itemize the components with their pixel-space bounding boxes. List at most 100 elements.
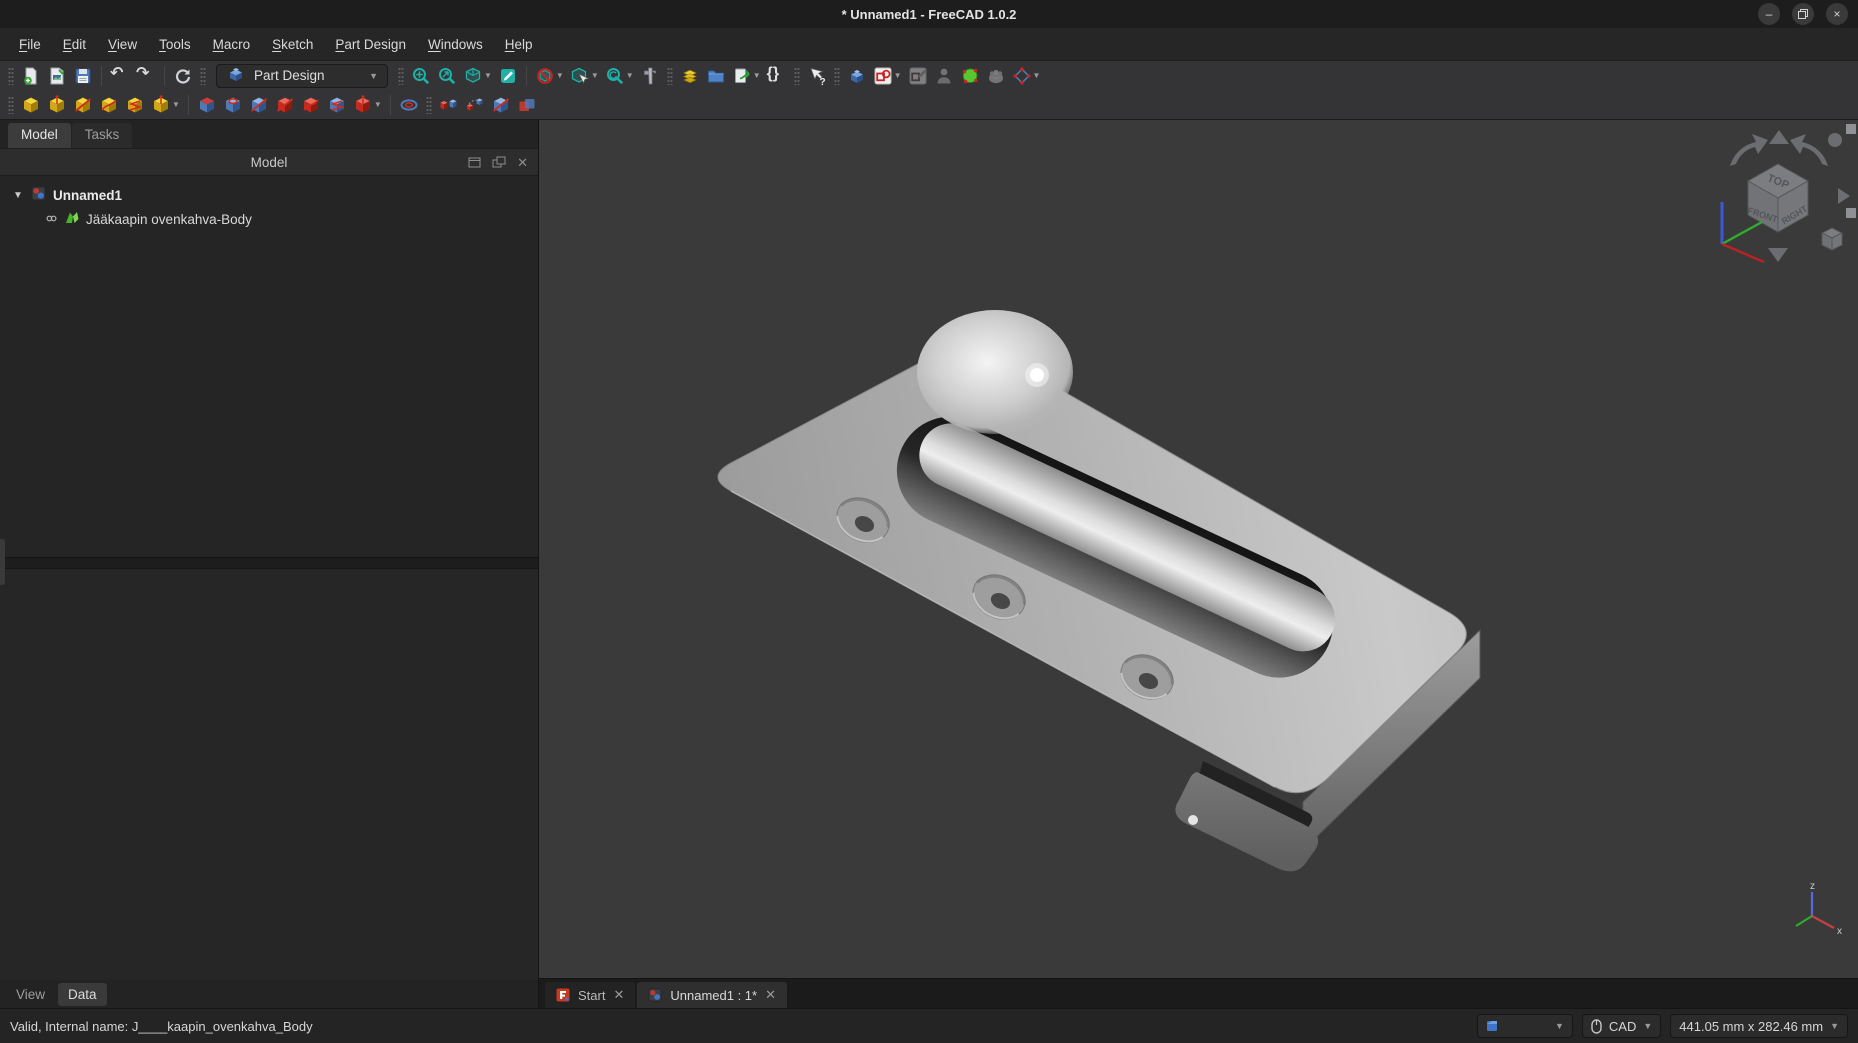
additive-pipe-button[interactable] bbox=[96, 92, 122, 118]
toolbar-grip[interactable] bbox=[794, 67, 800, 85]
panel-slide-handle[interactable] bbox=[0, 539, 5, 585]
toolbar-file: ↶↷Part Design▼▼▼▼▼▼{}?▼▼ bbox=[0, 60, 1858, 90]
freecad-logo-icon bbox=[556, 988, 570, 1002]
menu-help[interactable]: Help bbox=[494, 37, 544, 52]
polar-pattern-icon bbox=[465, 95, 485, 115]
menu-macro[interactable]: Macro bbox=[202, 37, 262, 52]
panel-splitter[interactable] bbox=[0, 557, 538, 569]
subtractive-helix-button[interactable] bbox=[324, 92, 350, 118]
subtractive-pipe-button[interactable] bbox=[298, 92, 324, 118]
model-panel-header[interactable]: Model ✕ bbox=[0, 148, 538, 176]
create-group-button[interactable] bbox=[703, 63, 729, 89]
close-tab-icon[interactable]: ✕ bbox=[613, 987, 624, 1003]
zoom-selection-button[interactable] bbox=[434, 63, 460, 89]
tab-tasks[interactable]: Tasks bbox=[72, 123, 133, 148]
tree-row[interactable]: Jääkaapin ovenkahva-Body bbox=[0, 207, 538, 231]
boolean-operation-button[interactable] bbox=[514, 92, 540, 118]
workbench-selector[interactable]: Part Design▼ bbox=[216, 64, 388, 88]
close-tab-icon[interactable]: ✕ bbox=[765, 987, 776, 1003]
isometric-mini-cube[interactable] bbox=[1822, 228, 1842, 250]
menu-edit[interactable]: Edit bbox=[52, 37, 97, 52]
clipping-plane-button[interactable]: ▼ bbox=[532, 63, 567, 89]
create-sketch-button[interactable]: ▼ bbox=[870, 63, 905, 89]
freecad-window: * Unnamed1 - FreeCAD 1.0.2 – × FileEditV… bbox=[0, 0, 1858, 1043]
close-button[interactable]: × bbox=[1826, 3, 1848, 25]
polar-pattern-button[interactable] bbox=[462, 92, 488, 118]
mirrored-icon bbox=[399, 95, 419, 115]
minimize-button[interactable]: – bbox=[1758, 3, 1780, 25]
toolbar-grip[interactable] bbox=[667, 67, 673, 85]
tab-model[interactable]: Model bbox=[8, 123, 71, 148]
subtractive-loft-button[interactable] bbox=[272, 92, 298, 118]
refresh-document-button[interactable] bbox=[170, 63, 196, 89]
menu-sketch[interactable]: Sketch bbox=[261, 37, 324, 52]
fit-all-button[interactable] bbox=[408, 63, 434, 89]
draw-style-button[interactable]: ▼ bbox=[567, 63, 602, 89]
zoom-tools-button[interactable]: ▼ bbox=[602, 63, 637, 89]
mdi-tab-label[interactable]: Unnamed1 : 1* bbox=[670, 988, 757, 1003]
float-icon[interactable] bbox=[492, 156, 506, 169]
navigation-style-selector[interactable]: CAD ▼ bbox=[1582, 1014, 1661, 1038]
mdi-tab-label[interactable]: Start bbox=[578, 988, 605, 1003]
tree-item-label[interactable]: Jääkaapin ovenkahva-Body bbox=[86, 212, 252, 227]
create-sketch-icon bbox=[873, 66, 893, 86]
create-body-button[interactable] bbox=[844, 63, 870, 89]
menu-view[interactable]: View bbox=[97, 37, 148, 52]
multitransform-button[interactable] bbox=[488, 92, 514, 118]
mdi-tab-start[interactable]: Start ✕ bbox=[545, 982, 635, 1008]
create-datum-button[interactable]: ▼ bbox=[1009, 63, 1044, 89]
undo-button[interactable]: ↶ bbox=[107, 63, 133, 89]
toolbar-grip[interactable] bbox=[8, 67, 14, 85]
navigation-cube[interactable]: TOP FRONT RIGHT bbox=[1716, 126, 1850, 266]
subtractive-primitive-button[interactable]: ▼ bbox=[350, 92, 385, 118]
expand-caret-icon[interactable]: ▼ bbox=[12, 190, 24, 201]
toolbar-grip[interactable] bbox=[834, 67, 840, 85]
mirrored-button[interactable] bbox=[396, 92, 422, 118]
additive-helix-button[interactable] bbox=[122, 92, 148, 118]
menu-part-design[interactable]: Part Design bbox=[324, 37, 417, 52]
validate-sketch-button[interactable] bbox=[957, 63, 983, 89]
redo-button[interactable]: ↷ bbox=[133, 63, 159, 89]
additive-loft-button[interactable] bbox=[70, 92, 96, 118]
nav-corner-marker-top[interactable] bbox=[1846, 124, 1856, 134]
pocket-button[interactable] bbox=[194, 92, 220, 118]
layout-selector[interactable]: ▼ bbox=[1477, 1014, 1573, 1038]
view-dimensions[interactable]: 441.05 mm x 282.46 mm ▼ bbox=[1670, 1014, 1848, 1038]
menu-tools[interactable]: Tools bbox=[148, 37, 202, 52]
expression-editor-button[interactable]: {} bbox=[764, 63, 790, 89]
save-file-button[interactable] bbox=[70, 63, 96, 89]
mdi-tab-document[interactable]: Unnamed1 : 1* ✕ bbox=[637, 982, 787, 1008]
measure-button[interactable] bbox=[637, 63, 663, 89]
revolution-button[interactable] bbox=[44, 92, 70, 118]
create-link-button[interactable]: ▼ bbox=[729, 63, 764, 89]
titlebar[interactable]: * Unnamed1 - FreeCAD 1.0.2 – × bbox=[0, 0, 1858, 28]
nav-corner-marker-bottom[interactable] bbox=[1846, 208, 1856, 218]
groove-button[interactable] bbox=[246, 92, 272, 118]
tab-data[interactable]: Data bbox=[58, 983, 107, 1006]
whats-this-button[interactable]: ? bbox=[804, 63, 830, 89]
toolbar-grip[interactable] bbox=[8, 96, 14, 114]
tree-item-label[interactable]: Unnamed1 bbox=[53, 188, 122, 203]
linear-pattern-button[interactable] bbox=[436, 92, 462, 118]
dock-icon[interactable] bbox=[468, 156, 481, 169]
panel-close-icon[interactable]: ✕ bbox=[517, 156, 528, 169]
menu-file[interactable]: File bbox=[8, 37, 52, 52]
hole-button[interactable] bbox=[220, 92, 246, 118]
additive-primitive-button[interactable]: ▼ bbox=[148, 92, 183, 118]
tab-view[interactable]: View bbox=[6, 983, 55, 1006]
toolbar-grip[interactable] bbox=[200, 67, 206, 85]
chevron-down-icon: ▼ bbox=[591, 71, 599, 80]
standard-views-button[interactable]: ▼ bbox=[460, 63, 495, 89]
3d-model[interactable] bbox=[539, 120, 1858, 978]
tree-row[interactable]: ▼ Unnamed1 bbox=[0, 183, 538, 207]
maximize-button[interactable] bbox=[1792, 3, 1814, 25]
open-file-button[interactable] bbox=[44, 63, 70, 89]
sync-view-button[interactable] bbox=[495, 63, 521, 89]
toolbar-grip[interactable] bbox=[426, 96, 432, 114]
3d-viewport[interactable]: TOP FRONT RIGHT bbox=[539, 120, 1858, 978]
pad-button[interactable] bbox=[18, 92, 44, 118]
set-appearance-button[interactable] bbox=[677, 63, 703, 89]
menu-windows[interactable]: Windows bbox=[417, 37, 494, 52]
toolbar-grip[interactable] bbox=[398, 67, 404, 85]
new-file-button[interactable] bbox=[18, 63, 44, 89]
